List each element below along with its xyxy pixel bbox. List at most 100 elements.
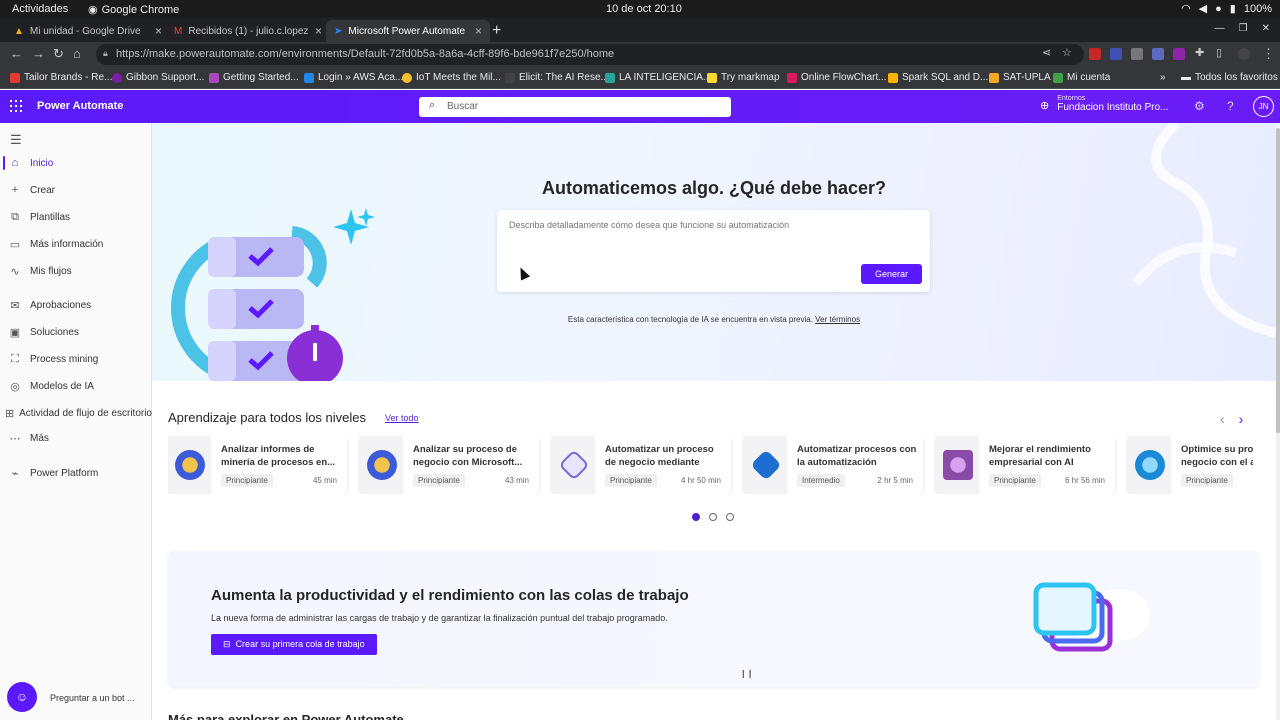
bookmark[interactable]: Spark SQL and D...	[888, 72, 988, 83]
bookmarks-overflow-icon[interactable]: »	[1160, 72, 1166, 83]
home-icon[interactable]: ⌂	[73, 46, 81, 61]
extension-icon[interactable]	[1089, 48, 1101, 60]
chevron-left-icon[interactable]: ‹	[1220, 411, 1225, 427]
app-title[interactable]: Power Automate	[37, 100, 123, 112]
close-icon[interactable]: ×	[155, 24, 162, 38]
clock[interactable]: 10 de oct 20:10	[606, 3, 682, 15]
help-icon[interactable]: ?	[1227, 99, 1234, 113]
nav-item-crear[interactable]: + Crear	[0, 179, 152, 201]
sidepanel-icon[interactable]: ▯	[1216, 46, 1222, 59]
nav-label: Aprobaciones	[30, 299, 92, 311]
nav-item-mis-flujos[interactable]: ∿ Mis flujos	[0, 260, 152, 282]
learning-card[interactable]: Optimice su proceso de negocio con el as…	[1128, 436, 1253, 494]
lock-icon[interactable]: 🔒︎	[103, 48, 108, 59]
bookmark[interactable]: Getting Started...	[209, 72, 299, 83]
page-dot[interactable]	[709, 513, 717, 521]
bookmark[interactable]: Login » AWS Aca...	[304, 72, 403, 83]
nav-item-soluciones[interactable]: ▣ Soluciones	[0, 321, 152, 343]
bookmark[interactable]: SAT-UPLA	[989, 72, 1051, 83]
close-window-icon[interactable]: ✕	[1262, 23, 1270, 34]
nav-item-inicio[interactable]: ⌂ Inicio	[0, 152, 152, 174]
profile-avatar[interactable]	[1238, 48, 1250, 60]
hamburger-icon[interactable]: ☰	[10, 132, 22, 148]
menu-icon[interactable]: ⋮	[1262, 46, 1275, 62]
environment-icon: ⊕	[1040, 100, 1050, 112]
nav-item-mas[interactable]: ⋯ Más	[0, 427, 152, 449]
tab-power-automate[interactable]: ➤ Microsoft Power Automate ×	[326, 20, 490, 42]
extension-icon[interactable]	[1131, 48, 1143, 60]
bookmark-icon	[209, 72, 219, 83]
environment-picker[interactable]: ⊕ Entornos Fundacion Instituto Pro...	[1040, 95, 1168, 113]
back-icon[interactable]: ←	[10, 46, 23, 61]
tab-google-drive[interactable]: ▲ Mi unidad - Google Drive ×	[6, 20, 170, 42]
bookmark-label: IoT Meets the Mil...	[416, 72, 501, 83]
forward-icon[interactable]: →	[32, 46, 45, 61]
nav-item-plantillas[interactable]: ⧉ Plantillas	[0, 206, 152, 228]
level-badge: Principiante	[989, 474, 1041, 487]
generate-button[interactable]: Generar	[861, 264, 922, 284]
bookmark[interactable]: LA INTELIGENCIA...	[605, 72, 711, 83]
bookmark[interactable]: Online FlowChart...	[787, 72, 887, 83]
terms-link[interactable]: Ver términos	[815, 315, 860, 324]
learning-card[interactable]: Analizar su proceso de negocio con Micro…	[360, 436, 539, 494]
page-dot[interactable]	[726, 513, 734, 521]
extension-icon[interactable]	[1110, 48, 1122, 60]
bookmark[interactable]: Try markmap	[707, 72, 780, 83]
avatar[interactable]: JN	[1253, 96, 1274, 117]
create-work-queue-button[interactable]: ⊟ Crear su primera cola de trabajo	[211, 634, 377, 655]
left-navigation: ☰ ⌂ Inicio + Crear ⧉ Plantillas ▭ Más inform…	[0, 123, 152, 720]
maximize-icon[interactable]: ❐	[1239, 23, 1248, 34]
nav-item-process-mining[interactable]: ⛶ Process mining	[0, 348, 152, 370]
nav-label: Soluciones	[30, 326, 79, 338]
nav-item-power-platform[interactable]: ⌁ Power Platform	[0, 462, 152, 484]
bookmark[interactable]: IoT Meets the Mil...	[402, 72, 501, 83]
extension-icon[interactable]	[1173, 48, 1185, 60]
nav-item-aprobaciones[interactable]: ✉ Aprobaciones	[0, 294, 152, 316]
settings-icon[interactable]: ⚙	[1194, 99, 1205, 113]
tab-title: Recibidos (1) - julio.c.lopez.n	[188, 25, 309, 37]
page-dot[interactable]	[692, 513, 700, 521]
tab-title: Microsoft Power Automate	[348, 25, 466, 37]
prompt-textarea[interactable]: Describa detalladamente cómo desea que f…	[497, 210, 930, 292]
window-controls: — ❐ ✕	[1215, 23, 1270, 34]
activities-button[interactable]: Actividades	[12, 3, 68, 15]
tab-gmail[interactable]: M Recibidos (1) - julio.c.lopez.n ×	[166, 20, 330, 42]
app-launcher-icon[interactable]	[10, 100, 22, 112]
see-all-link[interactable]: Ver todo	[385, 413, 419, 423]
system-tray[interactable]: ◠ ◀ ● ▮ 100%	[1181, 2, 1272, 16]
extension-icon[interactable]	[1152, 48, 1164, 60]
learning-card[interactable]: Mejorar el rendimiento empresarial con A…	[936, 436, 1115, 494]
bookmark[interactable]: Tailor Brands - Re...	[10, 72, 112, 83]
pause-icon[interactable]: ❙❙	[740, 669, 753, 678]
chevron-right-icon[interactable]: ›	[1239, 411, 1244, 427]
puzzle-icon[interactable]: ✚	[1195, 46, 1204, 59]
nav-item-actividad-flujo[interactable]: ⊞ Actividad de flujo de escritorio	[0, 402, 152, 424]
bookmark-icon	[989, 72, 999, 83]
learning-card[interactable]: Automatizar un proceso de negocio median…	[552, 436, 731, 494]
bookmark-star-icon[interactable]: ☆	[1062, 46, 1072, 59]
minimize-icon[interactable]: —	[1215, 23, 1225, 34]
shield-badge-icon	[942, 450, 973, 480]
bookmark[interactable]: Mi cuenta	[1053, 72, 1110, 83]
share-icon[interactable]: ⋖	[1042, 46, 1051, 59]
chatbot-label[interactable]: Preguntar a un bot ...	[50, 693, 135, 703]
bookmark-icon	[304, 72, 314, 83]
app-menu[interactable]: ◉ Google Chrome	[88, 3, 180, 17]
bookmark[interactable]: Elicit: The AI Rese...	[505, 72, 609, 83]
page-scrollbar[interactable]	[1276, 123, 1280, 720]
chatbot-button[interactable]: ☺	[7, 682, 37, 712]
bookmark[interactable]: Gibbon Support...	[112, 72, 204, 83]
address-bar[interactable]: 🔒︎ https://make.powerautomate.com/enviro…	[96, 44, 1084, 65]
learning-card[interactable]: Analizar informes de minería de procesos…	[168, 436, 347, 494]
reload-icon[interactable]: ↻	[53, 46, 64, 62]
close-icon[interactable]: ×	[475, 24, 482, 38]
search-input[interactable]: ⌕ Buscar	[419, 97, 731, 117]
bookmark-label: Spark SQL and D...	[902, 72, 989, 83]
nav-item-modelos-ia[interactable]: ◎ Modelos de IA	[0, 375, 152, 397]
learning-card[interactable]: Automatizar procesos con la automatizaci…	[744, 436, 923, 494]
nav-item-mas-informacion[interactable]: ▭ Más información	[0, 233, 152, 255]
close-icon[interactable]: ×	[315, 24, 322, 38]
bookmarks-folder[interactable]: ▬ Todos los favoritos	[1181, 72, 1278, 83]
app-name: Google Chrome	[101, 3, 180, 16]
new-tab-button[interactable]: +	[492, 22, 501, 40]
